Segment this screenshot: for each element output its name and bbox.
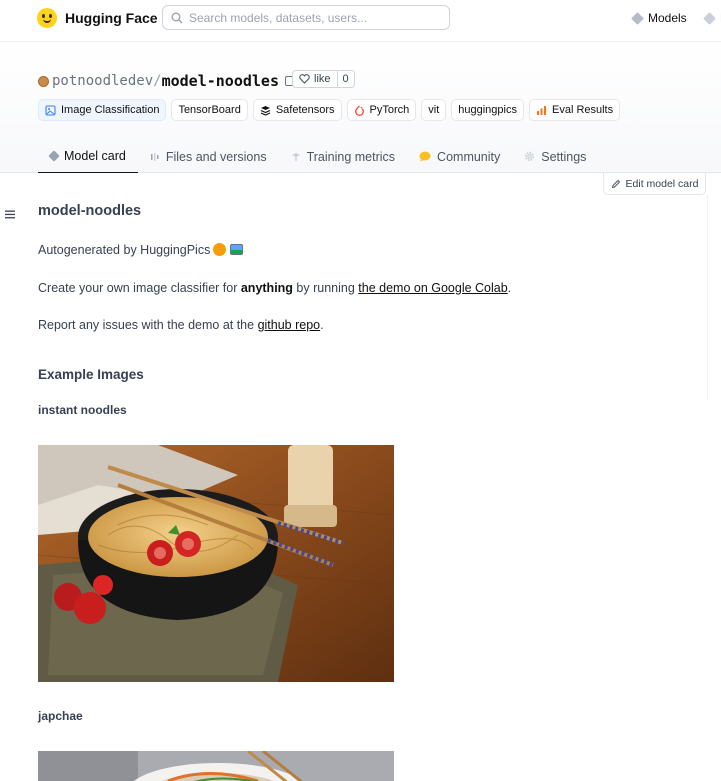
create-paragraph: Create your own image classifier for any… (38, 281, 511, 295)
brand-logo[interactable]: Hugging Face (37, 8, 158, 28)
github-repo-link[interactable]: github repo (258, 318, 321, 332)
model-tags: Image Classification TensorBoard Safeten… (38, 99, 621, 121)
colab-demo-link[interactable]: the demo on Google Colab (358, 281, 507, 295)
safetensors-icon (260, 105, 271, 116)
tag-label: Eval Results (551, 104, 614, 116)
gear-icon (525, 151, 535, 162)
tag-label: TensorBoard (178, 104, 241, 116)
tab-community[interactable]: Community (407, 140, 512, 173)
autogen-text: Autogenerated by HuggingPics (38, 243, 211, 257)
pytorch-icon (354, 105, 364, 116)
right-panel-edge (707, 300, 721, 400)
models-icon (631, 11, 644, 25)
nav-datasets-link[interactable]: D (703, 11, 721, 25)
repo-name-link[interactable]: model-noodles (162, 72, 279, 90)
tag-huggingpics[interactable]: huggingpics (451, 99, 524, 121)
brand-name: Hugging Face (65, 10, 158, 26)
tag-eval-results[interactable]: Eval Results (528, 99, 621, 121)
tag-label: Safetensors (275, 104, 335, 116)
tab-settings[interactable]: Settings (512, 140, 598, 173)
japchae-image (38, 751, 394, 781)
tag-image-classification[interactable]: Image Classification (38, 99, 167, 121)
heart-icon (299, 74, 310, 84)
right-panel-edge (707, 250, 721, 300)
report-suffix: . (320, 318, 324, 332)
edit-model-card-button[interactable]: Edit model card (603, 173, 706, 195)
edit-model-card-label: Edit model card (625, 177, 699, 190)
example-label-instant-noodles: instant noodles (38, 403, 127, 417)
instant-noodles-image (38, 445, 394, 682)
nav-models-label: Models (648, 11, 687, 25)
tag-tensorboard[interactable]: TensorBoard (171, 99, 248, 121)
tag-pytorch[interactable]: PyTorch (346, 99, 417, 121)
tab-label: Community (437, 149, 501, 164)
repo-owner-link[interactable]: potnoodledev (52, 73, 153, 89)
toc-menu-icon[interactable] (5, 208, 15, 222)
tab-label: Settings (541, 149, 587, 164)
tab-training-metrics[interactable]: Training metrics (279, 140, 407, 173)
tab-label: Training metrics (306, 149, 396, 164)
nav-models-link[interactable]: Models (631, 11, 687, 25)
pencil-icon (611, 179, 620, 188)
report-paragraph: Report any issues with the demo at the g… (38, 318, 324, 332)
example-label-japchae: japchae (38, 709, 83, 723)
tag-safetensors[interactable]: Safetensors (252, 99, 342, 121)
tag-label: Image Classification (61, 104, 160, 116)
repo-title: potnoodledev / model-noodles (38, 72, 295, 90)
right-panel-edge (707, 195, 721, 250)
tag-vit[interactable]: vit (421, 99, 447, 121)
report-prefix: Report any issues with the demo at the (38, 318, 258, 332)
picture-emoji-icon (230, 244, 244, 255)
bar-chart-icon (536, 105, 546, 115)
tab-label: Files and versions (165, 149, 267, 164)
tab-model-card[interactable]: Model card (38, 140, 138, 173)
repo-header: potnoodledev / model-noodles like 0 Imag… (0, 43, 721, 173)
search-box[interactable] (162, 5, 450, 30)
create-middle: by running (292, 281, 359, 295)
like-count[interactable]: 0 (336, 71, 354, 87)
top-navbar: Hugging Face Models D (0, 0, 721, 42)
tab-label: Model card (64, 149, 126, 163)
like-toggle[interactable]: like (293, 71, 337, 87)
datasets-icon (703, 11, 716, 25)
owner-avatar[interactable] (38, 75, 49, 87)
metrics-icon (291, 152, 300, 161)
like-button[interactable]: like 0 (292, 70, 355, 88)
create-suffix: . (507, 281, 512, 295)
search-input[interactable] (189, 10, 429, 25)
files-icon (150, 152, 159, 161)
create-bold: anything (240, 281, 293, 295)
search-icon (171, 12, 183, 23)
repo-separator: / (153, 73, 162, 89)
create-prefix: Create your own image classifier for (38, 281, 241, 295)
hugging-emoji-icon (213, 243, 227, 256)
hugging-face-logo-icon (37, 8, 57, 28)
examples-heading: Example Images (38, 367, 144, 382)
tab-files-and-versions[interactable]: Files and versions (138, 140, 279, 173)
like-label: like (314, 73, 331, 85)
image-classification-icon (45, 104, 56, 116)
card-title: model-noodles (38, 203, 142, 219)
community-icon (419, 151, 431, 162)
cube-icon (48, 150, 60, 162)
autogen-paragraph: Autogenerated by HuggingPics (38, 243, 244, 257)
tag-label: vit (428, 104, 440, 116)
tag-label: huggingpics (458, 104, 517, 116)
repo-tabs: Model card Files and versions Training m… (38, 140, 598, 173)
tag-label: PyTorch (369, 104, 410, 116)
